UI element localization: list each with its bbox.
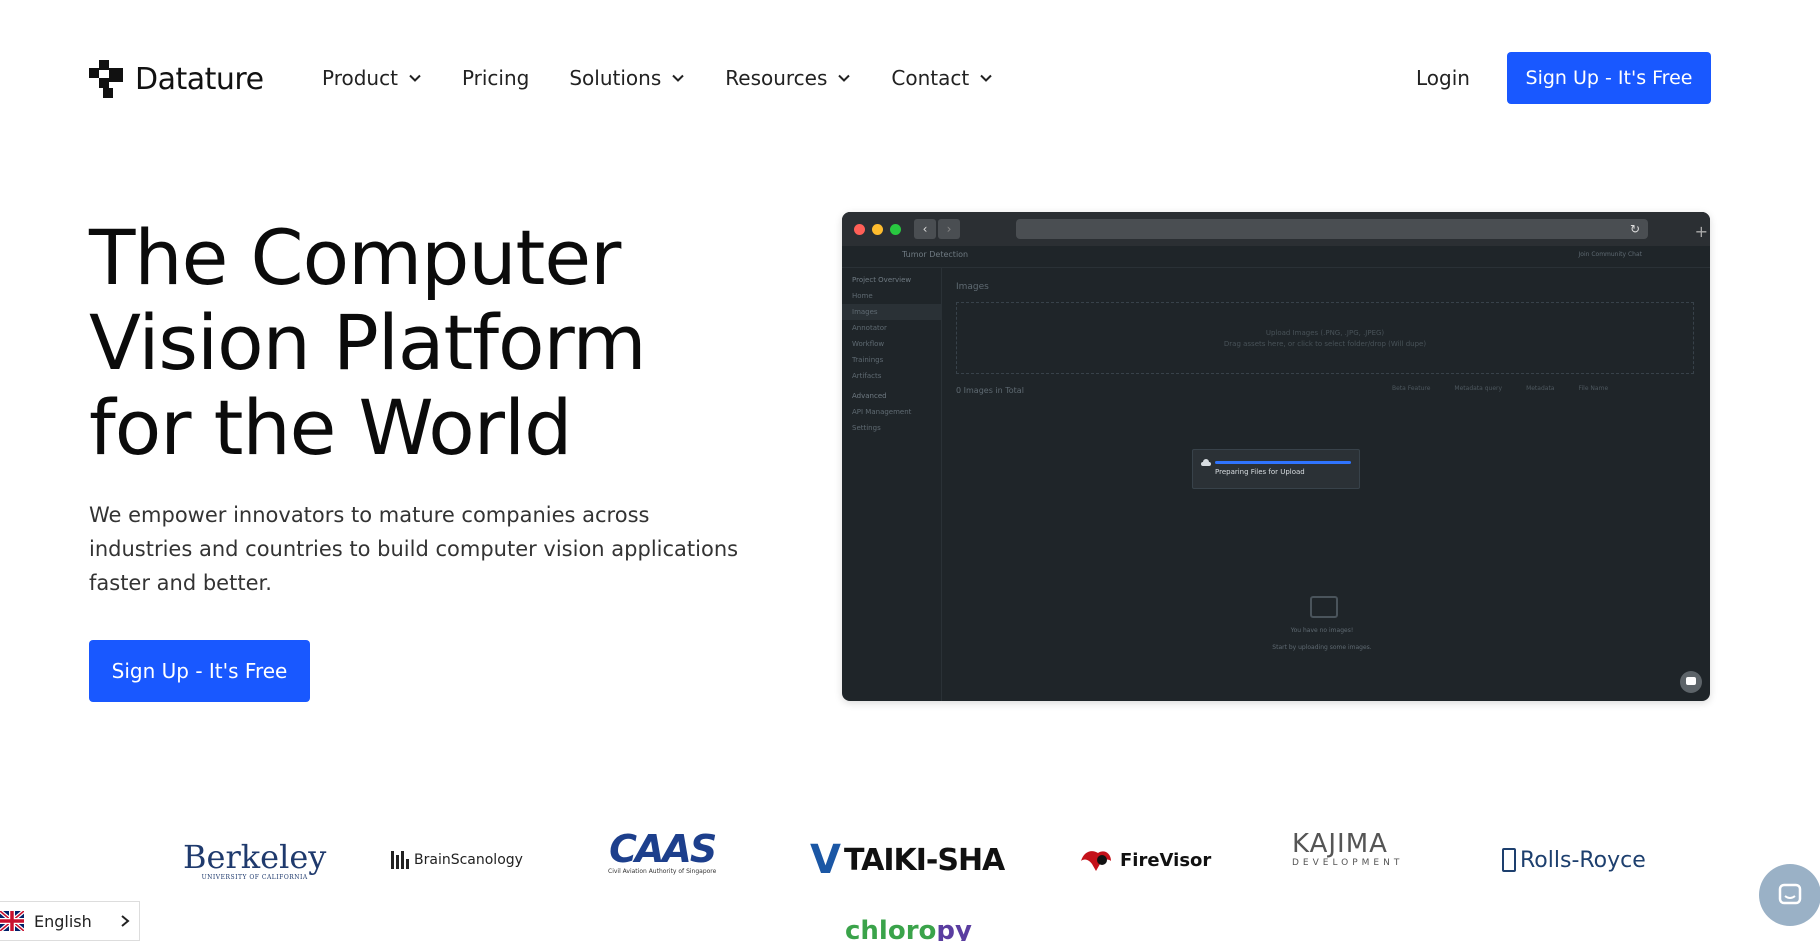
logo-name: FireVisor [1120, 849, 1212, 871]
datature-logo[interactable]: Datature [89, 60, 264, 98]
filter-label: File Name [1578, 385, 1609, 392]
taikisha-logo: V TAIKI-SHA [810, 830, 1005, 890]
maximize-dot-icon [890, 224, 901, 235]
firevisor-mark-icon [1081, 851, 1111, 871]
images-heading: Images [956, 282, 989, 292]
logo-sub: UNIVERSITY OF CALIFORNIA [201, 873, 308, 881]
kajima-logo: KAJIMA DEVELOPMENT [1292, 830, 1403, 890]
nav-item-contact[interactable]: Contact [891, 66, 993, 90]
signup-button[interactable]: Sign Up - It's Free [1507, 52, 1711, 104]
bars-icon [391, 851, 409, 869]
brainscanology-logo: BrainScanology [391, 830, 523, 890]
berkeley-logo: Berkeley UNIVERSITY OF CALIFORNIA [183, 830, 326, 890]
datature-logo-icon [89, 60, 127, 98]
filter-bar: Beta Feature Metadata query Metadata Fil… [1392, 385, 1694, 399]
upload-toast: Preparing Files for Upload [1192, 449, 1360, 489]
language-selector[interactable]: English [0, 901, 140, 941]
logo-name: KAJIMA [1292, 829, 1388, 859]
browser-chrome: ‹ › ↻ + [842, 212, 1710, 246]
refresh-icon: ↻ [1629, 222, 1640, 236]
logo-name: Rolls-Royce [1520, 847, 1646, 873]
close-dot-icon [854, 224, 865, 235]
logo-name: CAAS [609, 827, 717, 871]
address-bar: ↻ [1016, 219, 1648, 239]
nav-item-label: Product [322, 66, 398, 90]
chat-icon [1680, 671, 1702, 693]
toast-text: Preparing Files for Upload [1215, 468, 1305, 476]
breadcrumb: Tumor Detection [902, 250, 969, 259]
forward-icon: › [938, 219, 960, 239]
logo-text: Datature [135, 61, 264, 97]
chat-launcher[interactable] [1759, 864, 1820, 926]
sidebar-item-settings: Settings [852, 424, 881, 432]
back-icon: ‹ [914, 219, 936, 239]
sidebar-heading: Project Overview [852, 276, 912, 284]
hero-signup-button[interactable]: Sign Up - It's Free [89, 640, 310, 702]
rollsroyce-logo: Rolls-Royce [1502, 830, 1646, 890]
chat-icon [1778, 883, 1802, 905]
image-placeholder-icon [1310, 596, 1338, 618]
new-tab-icon: + [1694, 222, 1708, 241]
logo-name: Berkeley [183, 837, 327, 876]
nav-item-solutions[interactable]: Solutions [569, 66, 685, 90]
nav-item-label: Resources [725, 66, 828, 90]
upload-dropzone: Upload Images (.PNG, .JPG, .JPEG) Drag a… [956, 302, 1694, 374]
logo-name: TAIKI-SHA [843, 842, 1005, 878]
empty-title: You have no images! [1290, 627, 1354, 634]
nav-item-resources[interactable]: Resources [725, 66, 851, 90]
nav-item-pricing[interactable]: Pricing [462, 66, 529, 90]
nav-item-label: Solutions [569, 66, 662, 90]
site-header: Datature Product Pricing Solutions Resou… [0, 0, 1820, 158]
community-link: Join Community Chat [1578, 251, 1642, 258]
images-total: 0 Images in Total [956, 386, 1024, 395]
main-nav: Product Pricing Solutions Resources Cont… [322, 66, 1033, 90]
logo-suffix: py [936, 916, 972, 941]
minimize-dot-icon [872, 224, 883, 235]
chloropy-logo: chloro py [845, 916, 972, 941]
language-label: English [34, 911, 92, 931]
sidebar-item-images: Images [842, 304, 941, 320]
login-link[interactable]: Login [1416, 66, 1470, 90]
empty-hint: Start by uploading some images. [1272, 644, 1372, 651]
hero-subtitle: We empower innovators to mature companie… [89, 503, 739, 595]
logo-name: BrainScanology [414, 852, 523, 868]
sidebar-item-workflow: Workflow [852, 340, 885, 348]
customer-logos: Berkeley UNIVERSITY OF CALIFORNIA BrainS… [0, 827, 1820, 941]
nav-item-product[interactable]: Product [322, 66, 422, 90]
upload-hint: Drag assets here, or click to select fol… [1223, 339, 1427, 348]
upload-title: Upload Images (.PNG, .JPG, .JPEG) [1265, 328, 1385, 337]
nav-item-label: Contact [891, 66, 970, 90]
hero-title: The Computer Vision Platform for the Wor… [89, 213, 646, 472]
sidebar-item-annotator: Annotator [852, 324, 887, 332]
logo-sub: DEVELOPMENT [1292, 858, 1404, 868]
caas-logo: CAAS Civil Aviation Authority of Singapo… [608, 827, 717, 890]
sidebar-item-artifacts: Artifacts [852, 372, 882, 380]
sidebar-item-trainings: Trainings [852, 356, 884, 364]
sidebar-item-home: Home [852, 292, 873, 300]
product-preview: ‹ › ↻ + Tumor Detection Join Community C… [842, 212, 1710, 701]
filter-label: Metadata query [1454, 385, 1503, 392]
cloud-icon [1201, 459, 1211, 466]
chevron-down-icon [980, 74, 992, 82]
uk-flag-icon [0, 911, 24, 931]
rr-badge-icon [1502, 848, 1516, 872]
logo-name: chloro [845, 916, 937, 941]
nav-item-label: Pricing [461, 66, 530, 90]
upload-progress-bar [1215, 461, 1351, 464]
chevron-down-icon [409, 74, 421, 82]
taikisha-mark-icon: V [810, 837, 841, 883]
chevron-down-icon [672, 74, 684, 82]
firevisor-logo: FireVisor [1078, 830, 1211, 890]
sidebar-item-api: API Management [852, 408, 912, 416]
filter-label: Beta Feature [1392, 385, 1431, 392]
chevron-right-icon [121, 915, 130, 927]
logo-sub: Civil Aviation Authority of Singapore [608, 868, 717, 875]
chevron-down-icon [838, 74, 851, 82]
sidebar-heading: Advanced [852, 392, 887, 400]
app-sidebar: Project Overview Home Images Annotator W… [842, 268, 942, 701]
filter-label: Metadata [1526, 385, 1555, 392]
